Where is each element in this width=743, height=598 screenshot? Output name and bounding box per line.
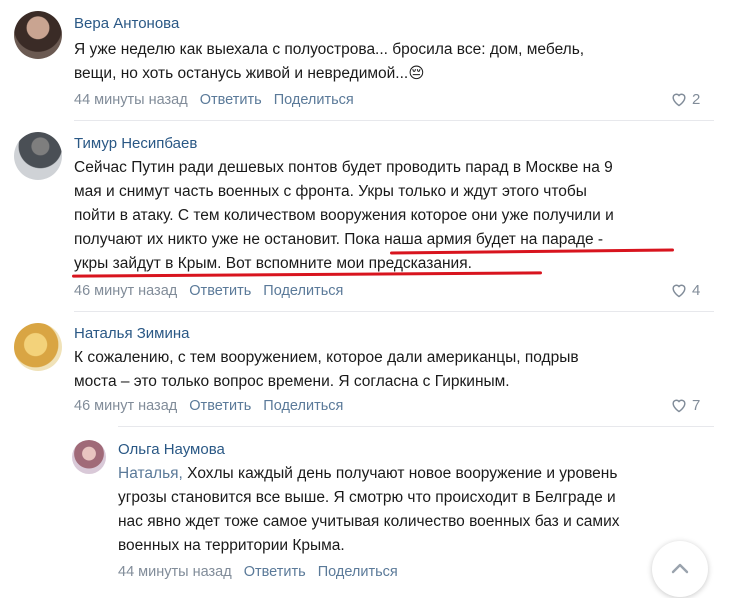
like-button[interactable]: 2 [670, 91, 700, 108]
text-line: К сожалению, с тем вооружением, которое … [74, 349, 579, 366]
comment-meta: 44 минуты назад Ответить Поделиться [118, 564, 406, 580]
divider [74, 120, 714, 121]
text-line: моста – это только вопрос времени. Я сог… [74, 373, 510, 390]
author-name[interactable]: Вера Антонова [74, 15, 179, 32]
text-line: Наталья, Хохлы каждый день получают ново… [118, 465, 618, 482]
avatar[interactable] [72, 440, 106, 474]
text-line: военных на территории Крыма. [118, 537, 345, 554]
reply-link[interactable]: Ответить [200, 92, 262, 108]
share-link[interactable]: Поделиться [263, 398, 343, 414]
comment-text: Наталья, Хохлы каждый день получают ново… [118, 462, 718, 558]
text-line: нас явно ждет тоже самое учитывая количе… [118, 513, 620, 530]
text-line: Я уже неделю как выехала с полуострова..… [74, 41, 585, 58]
like-button[interactable]: 7 [670, 397, 700, 414]
avatar[interactable] [14, 132, 62, 180]
heart-icon [672, 93, 686, 107]
comment-meta: 46 минут назад Ответить Поделиться [74, 398, 351, 414]
like-button[interactable]: 4 [670, 282, 700, 299]
reply-link[interactable]: Ответить [244, 564, 306, 580]
comment-text: Сейчас Путин ради дешевых понтов будет п… [74, 156, 724, 276]
author-name[interactable]: Ольга Наумова [118, 441, 225, 458]
timestamp[interactable]: 44 минуты назад [74, 92, 188, 108]
comment-meta: 44 минуты назад Ответить Поделиться [74, 92, 362, 108]
timestamp[interactable]: 44 минуты назад [118, 564, 232, 580]
comment-meta: 46 минут назад Ответить Поделиться [74, 283, 351, 299]
scroll-to-top-button[interactable] [652, 541, 708, 597]
text-line: Сейчас Путин ради дешевых понтов будет п… [74, 159, 613, 176]
divider [118, 426, 714, 427]
text-line: вещи, но хоть останусь живой и невредимо… [74, 65, 425, 82]
comment-text: Я уже неделю как выехала с полуострова..… [74, 38, 714, 86]
share-link[interactable]: Поделиться [318, 564, 398, 580]
reply-link[interactable]: Ответить [189, 398, 251, 414]
timestamp[interactable]: 46 минут назад [74, 398, 177, 414]
divider [74, 311, 714, 312]
timestamp[interactable]: 46 минут назад [74, 283, 177, 299]
text-line: угрозы становится все выше. Я смотрю что… [118, 489, 616, 506]
like-count: 2 [692, 91, 701, 108]
comment-text: К сожалению, с тем вооружением, которое … [74, 346, 724, 394]
author-name[interactable]: Тимур Несипбаев [74, 135, 197, 152]
heart-icon [672, 399, 686, 413]
like-count: 7 [692, 397, 701, 414]
share-link[interactable]: Поделиться [263, 283, 343, 299]
reply-mention[interactable]: Наталья, [118, 465, 183, 482]
avatar[interactable] [14, 11, 62, 59]
text-line: мая и снимут часть военных с фронта. Укр… [74, 183, 587, 200]
heart-icon [672, 284, 686, 298]
like-count: 4 [692, 282, 701, 299]
author-name[interactable]: Наталья Зимина [74, 325, 190, 342]
share-link[interactable]: Поделиться [274, 92, 354, 108]
text-line: пойти в атаку. С тем количеством вооруже… [74, 207, 614, 224]
reply-link[interactable]: Ответить [189, 283, 251, 299]
chevron-up-icon [671, 563, 689, 574]
avatar[interactable] [14, 323, 62, 371]
